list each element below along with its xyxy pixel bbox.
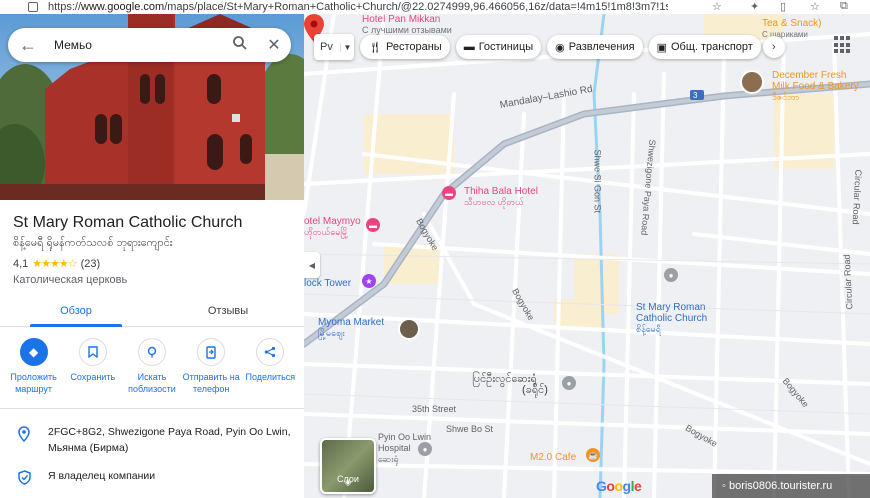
nearby-button[interactable]: Искать поблизости — [123, 338, 181, 395]
share-button[interactable]: Поделиться — [241, 338, 299, 395]
address-text: 2FGC+8G2, Shwezigone Paya Road, Pyin Oo … — [48, 426, 291, 454]
landmark-marker-icon[interactable]: ★ — [362, 274, 376, 288]
directions-button[interactable]: ◆ Проложить маршрут — [5, 338, 63, 395]
place-photo[interactable]: ← Мемьо ✕ — [0, 14, 304, 200]
send-to-phone-button[interactable]: Отправить на телефон — [182, 338, 240, 395]
bus-icon: ▣ — [656, 41, 667, 54]
close-icon[interactable]: ✕ — [257, 35, 291, 55]
directions-label: Проложить маршрут — [10, 372, 57, 394]
rating-stars-icon: ★★★★☆ — [32, 258, 77, 270]
december-photo-marker-icon[interactable] — [740, 70, 764, 94]
chevron-right-icon[interactable]: › — [762, 36, 785, 58]
rating-value: 4,1 — [13, 257, 29, 270]
map-label-myoma[interactable]: Myoma Market မြို့မဈေး — [318, 317, 384, 339]
fork-knife-icon: 🍴︎ — [368, 41, 382, 54]
map-label-clock-tower[interactable]: lock Tower — [304, 278, 351, 289]
filter-entertainment[interactable]: ◉ Развлечения — [547, 35, 643, 59]
google-logo: Google — [596, 478, 642, 494]
layers-label: ◈ Слои — [337, 474, 359, 487]
bed-icon: ▬ — [463, 41, 475, 53]
extensions-icon[interactable]: ✦ — [750, 0, 759, 13]
collapse-panel-button[interactable]: ◀ — [304, 252, 320, 278]
search-icon[interactable] — [223, 35, 257, 56]
filter-hotels[interactable]: ▬ Гостиницы — [455, 35, 542, 59]
location-pin-icon — [0, 424, 48, 456]
place-marker-icon[interactable]: ● — [664, 268, 678, 282]
collections-icon[interactable]: ⧉ — [840, 0, 848, 13]
map-mode-select[interactable]: Рv ▼ — [314, 34, 354, 60]
filter-restaurants[interactable]: 🍴︎ Рестораны — [360, 35, 450, 59]
map-label-december[interactable]: December Fresh Milk Food & Bakery ဒီဇင်ဘာ — [772, 70, 859, 103]
verified-shield-icon — [0, 468, 48, 485]
map-canvas[interactable]: 3 Hotel Pan Mikkan С лучшими отзывами Tea… — [304, 14, 870, 498]
nearby-icon — [137, 338, 166, 366]
favorites-icon[interactable]: ☆ — [810, 0, 820, 13]
map-label-maymyo[interactable]: otel Maymyo ဟိုတယ်မေမြို့ — [304, 216, 361, 238]
search-box[interactable]: ← Мемьо ✕ — [8, 28, 291, 62]
tab-reviews[interactable]: Отзывы — [152, 297, 304, 326]
map-label-burmese-hospital[interactable]: ပြင်ဦးလွင်ဆေးရုံ (ခရိုင်) — [472, 374, 548, 396]
rating-row[interactable]: 4,1 ★★★★☆ (23) — [13, 257, 101, 271]
claim-business-row[interactable]: Я владелец компании — [0, 468, 304, 485]
save-button[interactable]: Сохранить — [64, 338, 122, 395]
cafe-marker-icon[interactable]: ☕ — [586, 448, 600, 462]
split-icon[interactable]: ▯ — [780, 0, 786, 13]
divider — [0, 408, 304, 409]
tab-overview[interactable]: Обзор — [0, 297, 152, 327]
map-label-thiha[interactable]: Thiha Bala Hotel သီဟဗလ ဟိုတယ် — [464, 186, 538, 208]
apps-grid-icon[interactable] — [834, 36, 852, 54]
action-buttons: ◆ Проложить маршрут Сохранить Искать поб… — [0, 338, 304, 395]
filter-transit[interactable]: ▣ Общ. транспорт — [648, 35, 761, 59]
nearby-label: Искать поблизости — [128, 372, 176, 394]
address-row[interactable]: 2FGC+8G2, Shwezigone Paya Road, Pyin Oo … — [0, 424, 304, 456]
review-count[interactable]: (23) — [81, 258, 101, 270]
map-label-35th-street: 35th Street — [412, 404, 457, 414]
site-info-icon[interactable] — [28, 2, 38, 12]
claim-business-text: Я владелец компании — [48, 470, 156, 482]
send-to-phone-icon — [197, 338, 226, 366]
map-label-shwe-bo: Shwe Bo St — [446, 424, 494, 434]
map-label-church[interactable]: St Mary Roman Catholic Church စိန့်မေရီ — [636, 302, 707, 335]
watermark: ◦ boris0806.tourister.ru — [712, 474, 870, 498]
pyin-hospital-marker-icon[interactable]: ● — [418, 442, 432, 456]
map-label-shwe-si-gon: Shwe Si Gon St — [592, 149, 603, 214]
share-icon — [256, 338, 285, 366]
hotel-marker-icon[interactable]: ▬ — [442, 186, 456, 200]
send-to-phone-label: Отправить на телефон — [182, 372, 240, 394]
directions-icon: ◆ — [19, 338, 48, 366]
back-arrow-icon[interactable]: ← — [8, 35, 48, 56]
search-input[interactable]: Мемьо — [48, 38, 223, 52]
camera-icon: ◉ — [555, 41, 565, 54]
layers-button[interactable]: ◈ Слои — [320, 438, 376, 494]
place-panel: ← Мемьо ✕ St Mary Roman Catholic Church … — [0, 14, 304, 498]
map-label-hotel[interactable]: Hotel Pan Mikkan С лучшими отзывами — [362, 14, 452, 36]
share-label: Поделиться — [245, 372, 296, 382]
map-filter-bar: Рv ▼ 🍴︎ Рестораны ▬ Гостиницы ◉ Развлечения … — [314, 34, 785, 60]
hotel-maymyo-marker-icon[interactable]: ▬ — [366, 218, 380, 232]
place-category[interactable]: Католическая церковь — [13, 274, 127, 286]
url-text[interactable]: https://www.google.com/maps/place/St+Mar… — [48, 1, 668, 13]
bookmark-icon — [78, 338, 107, 366]
myoma-photo-marker-icon[interactable] — [398, 318, 420, 340]
hospital-marker-icon[interactable]: ● — [562, 376, 576, 390]
map-label-m2-cafe[interactable]: M2.0 Cafe — [530, 452, 576, 463]
browser-url-bar[interactable]: https://www.google.com/maps/place/St+Mar… — [0, 0, 870, 14]
place-tabs: Обзор Отзывы — [0, 297, 304, 327]
chevron-left-icon: ◀ — [308, 260, 316, 270]
chevron-down-icon: ▼ — [340, 42, 354, 52]
road-shield-3: 3 — [693, 91, 698, 100]
place-title: St Mary Roman Catholic Church — [13, 214, 243, 231]
save-label: Сохранить — [70, 372, 116, 382]
star-icon[interactable]: ☆ — [712, 0, 722, 13]
place-local-name: စိန့်မေရီ ရိုမန်ကတ်သလစ် ဘုရားကျောင်း — [13, 237, 173, 249]
